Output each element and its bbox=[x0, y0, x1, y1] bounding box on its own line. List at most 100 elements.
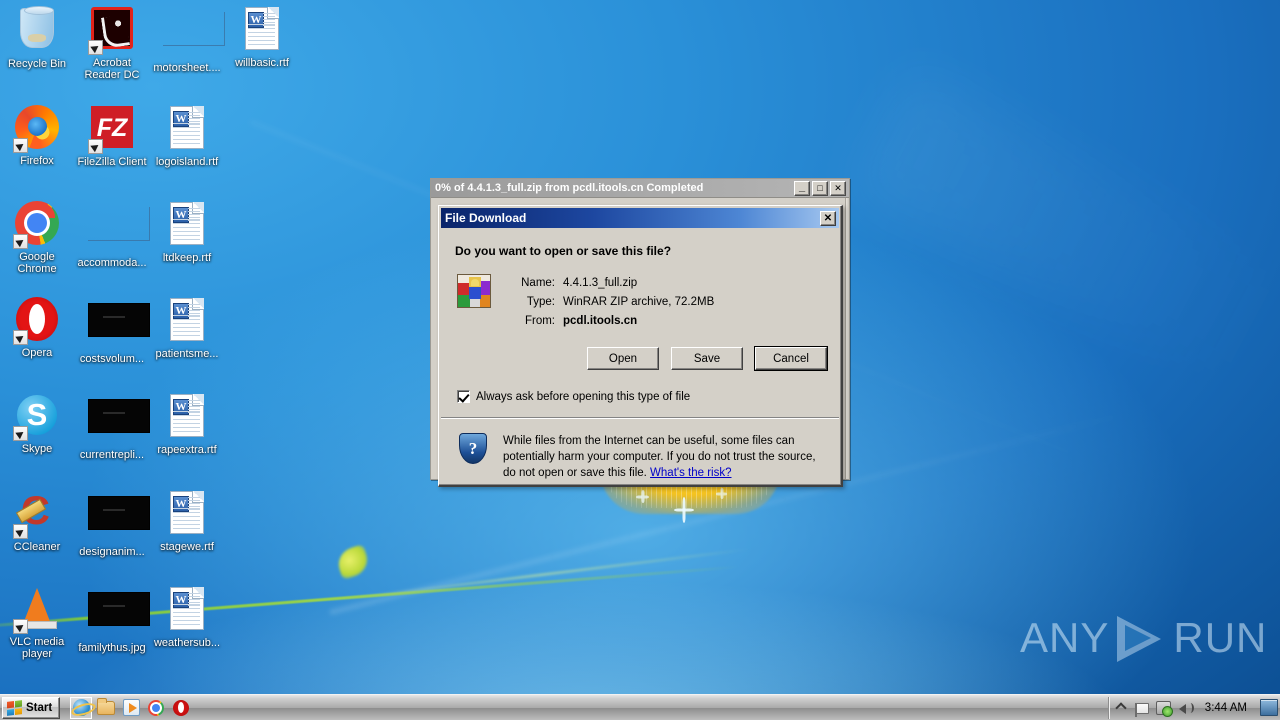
google-chrome-icon bbox=[148, 699, 165, 716]
close-icon[interactable]: ✕ bbox=[820, 210, 836, 226]
desktop-icon-label: motorsheet.... bbox=[153, 62, 221, 74]
outline-icon bbox=[88, 207, 150, 255]
black-icon bbox=[88, 592, 150, 640]
desktop-icon-currentrepli[interactable]: currentrepli... bbox=[75, 391, 150, 462]
network-icon[interactable] bbox=[1155, 701, 1173, 717]
desktop-icon-acrobat-reader-dc[interactable]: Acrobat Reader DC bbox=[75, 4, 149, 81]
action-center-flag-icon[interactable] bbox=[1134, 703, 1149, 717]
desktop-icon-label: logoisland.rtf bbox=[155, 156, 219, 168]
start-button[interactable]: Start bbox=[2, 696, 61, 719]
desktop-icon-label: ltdkeep.rtf bbox=[162, 252, 212, 264]
desktop-icon-patientsme[interactable]: Wpatientsme... bbox=[150, 295, 224, 361]
close-button[interactable]: ✕ bbox=[830, 180, 846, 196]
taskbar-item-opera[interactable] bbox=[170, 697, 192, 719]
shield-question-icon bbox=[459, 433, 487, 464]
file-info-row: Type: WinRAR ZIP archive, 72.2MB bbox=[507, 293, 714, 312]
file-info-key: Name: bbox=[521, 277, 555, 289]
whats-the-risk-link[interactable]: What's the risk? bbox=[650, 467, 731, 479]
file-info-value: WinRAR ZIP archive, 72.2MB bbox=[563, 296, 715, 308]
taskbar-item-google-chrome[interactable] bbox=[145, 697, 167, 719]
chrome-icon bbox=[13, 201, 61, 249]
file-download-dialog[interactable]: File Download ✕ Do you want to open or s… bbox=[438, 205, 843, 487]
desktop-icon-label: stagewe.rtf bbox=[160, 541, 214, 553]
file-info-key: From: bbox=[524, 315, 555, 327]
minimize-button[interactable]: _ bbox=[794, 180, 810, 196]
desktop-icon-familythus-jpg[interactable]: familythus.jpg bbox=[75, 584, 150, 655]
dialog-button-row: Open Save Cancel bbox=[439, 346, 828, 371]
desktop-icon-label: currentrepli... bbox=[79, 449, 145, 461]
watermark-text-right: RUN bbox=[1173, 614, 1268, 661]
system-tray: 3:44 AM bbox=[1107, 696, 1280, 719]
maximize-icon: □ bbox=[817, 182, 823, 193]
taskbar[interactable]: Start 3:44 AM bbox=[0, 694, 1280, 720]
desktop-icon-opera[interactable]: Opera bbox=[0, 295, 74, 360]
word-icon: W bbox=[163, 202, 211, 250]
wallpaper-light-ray bbox=[847, 68, 1280, 408]
internet-explorer-icon bbox=[72, 699, 90, 716]
desktop-icon-vlc-media-player[interactable]: VLC media player bbox=[0, 584, 74, 660]
desktop-icon-weathersub[interactable]: Wweathersub... bbox=[150, 584, 224, 650]
start-button-label: Start bbox=[26, 701, 53, 714]
desktop-icon-filezilla-client[interactable]: FileZilla Client bbox=[75, 103, 149, 169]
download-window-titlebar[interactable]: 0% of 4.4.1.3_full.zip from pcdl.itools.… bbox=[431, 179, 849, 198]
desktop-icon-label: Google Chrome bbox=[17, 251, 57, 275]
always-ask-row[interactable]: Always ask before opening this type of f… bbox=[457, 390, 841, 403]
maximize-button[interactable]: □ bbox=[812, 180, 828, 196]
shortcut-arrow-icon bbox=[88, 40, 103, 55]
black-icon bbox=[88, 496, 150, 544]
desktop-icon-label: familythus.jpg bbox=[78, 642, 146, 654]
word-icon: W bbox=[163, 298, 211, 346]
open-button[interactable]: Open bbox=[587, 347, 659, 370]
dialog-question-text: Do you want to open or save this file? bbox=[455, 244, 672, 258]
desktop-icon-rapeextra-rtf[interactable]: Wrapeextra.rtf bbox=[150, 391, 224, 457]
word-icon: W bbox=[163, 491, 211, 539]
always-ask-checkbox[interactable] bbox=[457, 390, 470, 403]
shortcut-arrow-icon bbox=[88, 139, 103, 154]
word-icon: W bbox=[163, 106, 211, 154]
desktop-icon-label: rapeextra.rtf bbox=[157, 444, 217, 456]
ccleaner-icon bbox=[13, 491, 61, 539]
clock[interactable]: 3:44 AM bbox=[1201, 702, 1251, 714]
show-desktop-button[interactable] bbox=[1260, 699, 1278, 716]
desktop-icon-label: costsvolum... bbox=[79, 353, 145, 365]
skype-icon bbox=[13, 393, 61, 441]
save-button[interactable]: Save bbox=[671, 347, 743, 370]
desktop-icon-accommoda[interactable]: accommoda... bbox=[75, 199, 150, 270]
winrar-archive-icon bbox=[457, 274, 491, 308]
desktop-icon-google-chrome[interactable]: Google Chrome bbox=[0, 199, 74, 275]
anyrun-play-logo-icon bbox=[1113, 614, 1169, 662]
desktop-icon-costsvolum[interactable]: costsvolum... bbox=[75, 295, 150, 366]
taskbar-item-internet-explorer[interactable] bbox=[70, 696, 93, 719]
security-warning-block: While files from the Internet can be use… bbox=[459, 433, 841, 481]
desktop-icon-label: CCleaner bbox=[13, 541, 61, 553]
black-icon bbox=[88, 399, 150, 447]
desktop-icon-label: Opera bbox=[21, 347, 53, 359]
file-info-row: Name: 4.4.1.3_full.zip bbox=[507, 274, 714, 293]
file-info-value: 4.4.1.3_full.zip bbox=[563, 277, 638, 289]
desktop-icon-ccleaner[interactable]: CCleaner bbox=[0, 488, 74, 554]
desktop[interactable]: Recycle Bin Acrobat Reader DC motorsheet..… bbox=[0, 0, 1280, 720]
desktop-icon-label: Skype bbox=[21, 443, 53, 455]
taskbar-item-windows-explorer[interactable] bbox=[95, 697, 117, 719]
shortcut-arrow-icon bbox=[13, 524, 28, 539]
desktop-icon-recycle-bin[interactable]: Recycle Bin bbox=[0, 4, 74, 71]
recycle-icon bbox=[13, 6, 61, 56]
watermark-text-left: ANY bbox=[1020, 614, 1110, 661]
cancel-button[interactable]: Cancel bbox=[754, 346, 828, 371]
file-download-titlebar[interactable]: File Download ✕ bbox=[441, 208, 839, 228]
desktop-icon-firefox[interactable]: Firefox bbox=[0, 103, 74, 168]
desktop-icon-designanim[interactable]: designanim... bbox=[75, 488, 150, 559]
desktop-icon-ltdkeep-rtf[interactable]: Wltdkeep.rtf bbox=[150, 199, 224, 265]
windows-media-player-icon bbox=[122, 699, 140, 716]
desktop-icon-label: weathersub... bbox=[153, 637, 221, 649]
outline-icon bbox=[163, 12, 225, 60]
desktop-icon-skype[interactable]: Skype bbox=[0, 391, 74, 456]
taskbar-item-windows-media-player[interactable] bbox=[120, 697, 142, 719]
desktop-icon-stagewe-rtf[interactable]: Wstagewe.rtf bbox=[150, 488, 224, 554]
volume-icon[interactable] bbox=[1178, 701, 1194, 715]
desktop-icon-motorsheet[interactable]: motorsheet.... bbox=[150, 4, 225, 75]
desktop-icon-logoisland-rtf[interactable]: Wlogoisland.rtf bbox=[150, 103, 224, 169]
word-icon: W bbox=[163, 587, 211, 635]
desktop-icon-willbasic-rtf[interactable]: Wwillbasic.rtf bbox=[225, 4, 299, 70]
show-hidden-icons-icon[interactable] bbox=[1113, 700, 1129, 716]
